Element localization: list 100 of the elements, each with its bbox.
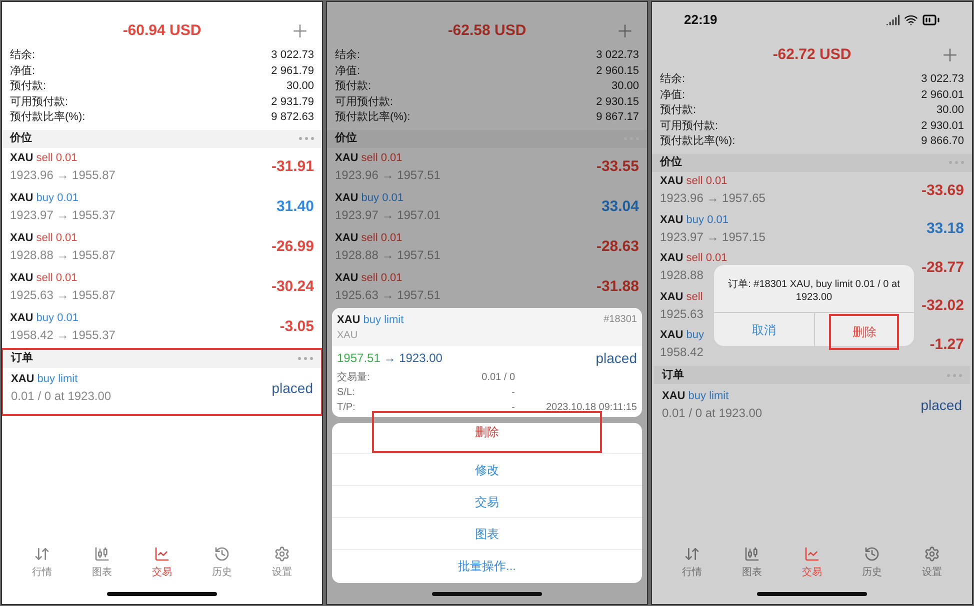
- tab-item[interactable]: 历史: [852, 546, 892, 580]
- candlestick-icon: [744, 546, 760, 562]
- tab-item[interactable]: 设置: [912, 546, 952, 580]
- alert-message: 订单: #18301 XAU, buy limit 0.01 / 0 at 1923.00: [727, 278, 901, 305]
- order-row[interactable]: XAU buy limit 0.01 / 0 at 1923.00 placed: [3, 368, 321, 410]
- position-title: XAU sell 0.01: [660, 251, 728, 266]
- history-icon: [214, 546, 230, 562]
- position-prices: 1925.63 → 1955.87: [10, 287, 116, 304]
- account-value: 2 960.15: [596, 64, 639, 78]
- account-value: 3 022.73: [271, 48, 314, 63]
- position-row[interactable]: XAU sell 0.01 1923.96 → 1957.65 -33.69: [652, 172, 972, 210]
- position-title: XAU sell 0.01: [335, 271, 404, 286]
- field-label: 交易量:: [337, 370, 371, 385]
- dialog-button[interactable]: 删除: [829, 314, 900, 350]
- position-prices: 1928.88 → 1957.51: [335, 247, 440, 264]
- order-title: XAU buy limit: [662, 388, 730, 404]
- signal-icon: [886, 13, 900, 27]
- position-title: XAU buy 0.01: [10, 191, 80, 206]
- order-status: placed: [596, 348, 637, 368]
- profit-value: -28.63: [596, 237, 639, 258]
- order-row[interactable]: XAU buy limit 0.01 / 0 at 1923.00 placed: [654, 384, 970, 426]
- profit-value: -31.91: [271, 157, 314, 178]
- account-label: 可用预付款:: [10, 94, 68, 110]
- profit-value: -3.05: [280, 317, 314, 338]
- account-label: 净值:: [660, 88, 686, 102]
- account-value: 30.00: [611, 79, 639, 94]
- tab-item[interactable]: 图表: [82, 546, 122, 580]
- settings-icon: [274, 546, 290, 562]
- tab-item[interactable]: 行情: [22, 546, 62, 580]
- field-label: S/L:: [337, 386, 356, 400]
- profit-value: -32.02: [921, 296, 964, 316]
- tab-item[interactable]: 交易: [142, 546, 182, 580]
- tab-item[interactable]: 历史: [202, 546, 242, 580]
- account-value: 9 866.70: [921, 134, 964, 149]
- history-icon: [864, 546, 880, 562]
- position-prices: 1923.97 → 1957.15: [660, 228, 766, 246]
- order-title: XAU buy limit: [11, 372, 79, 387]
- field-value: 0.01 / 0: [480, 371, 515, 385]
- account-label: 结余:: [335, 48, 360, 63]
- tab-item[interactable]: 设置: [262, 546, 302, 580]
- position-row[interactable]: XAU buy 0.01 1923.97 → 1957.15 33.18: [652, 210, 972, 248]
- position-row[interactable]: XAU sell 0.01 1923.96 → 1957.51 -33.55: [327, 148, 647, 188]
- position-prices: 1923.96 → 1957.65: [660, 190, 766, 208]
- more-icon[interactable]: [299, 137, 314, 140]
- account-label: 预付款:: [10, 79, 46, 94]
- tab-item[interactable]: 图表: [732, 546, 772, 580]
- account-label: 预付款:: [335, 79, 372, 94]
- profit-value: -28.77: [921, 258, 964, 278]
- account-value: 3 022.73: [596, 48, 639, 63]
- field-label: T/P:: [337, 401, 356, 415]
- position-row[interactable]: XAU sell 0.01 1925.63 → 1955.87 -30.24: [2, 268, 322, 308]
- position-prices: 1925.63 → 1957.51: [335, 287, 440, 304]
- order-prices: 1957.51 → 1923.00: [337, 350, 442, 367]
- position-title: XAU buy 0.01: [10, 311, 80, 326]
- dialog-button[interactable]: 取消: [728, 314, 799, 344]
- wifi-icon: [904, 13, 918, 27]
- profit-value: -31.88: [596, 277, 639, 298]
- action-item[interactable]: 批量操作...: [332, 549, 642, 581]
- account-label: 净值:: [10, 64, 36, 78]
- position-title: XAU buy 0.01: [660, 212, 730, 228]
- account-value: 2 960.01: [921, 88, 964, 102]
- position-row[interactable]: XAU sell 0.01 1928.88 → 1955.87 -26.99: [2, 228, 322, 268]
- action-item[interactable]: 图表: [332, 517, 642, 549]
- account-value: 3 022.73: [921, 72, 964, 87]
- position-row[interactable]: XAU sell 0.01 1925.63 → 1957.51 -31.88: [327, 268, 647, 308]
- position-title: XAU sell 0.01: [10, 231, 78, 246]
- account-label: 预付款比率(%):: [10, 110, 86, 125]
- action-item[interactable]: 交易: [332, 485, 642, 517]
- position-title: XAU sell 0.01: [10, 151, 78, 166]
- field-value: -: [510, 386, 515, 400]
- position-title: XAU sell 0.01: [10, 271, 78, 286]
- account-label: 净值:: [335, 64, 360, 78]
- account-value: 2 930.15: [596, 94, 639, 110]
- account-value: 9 867.17: [596, 110, 639, 125]
- tab-item[interactable]: 行情: [672, 546, 712, 580]
- position-prices: 1923.96 → 1957.51: [335, 167, 440, 184]
- account-value: 9 872.63: [271, 110, 314, 125]
- action-item[interactable]: 修改: [332, 453, 642, 485]
- action-item[interactable]: 删除: [372, 411, 602, 453]
- account-label: 预付款比率(%):: [335, 110, 410, 125]
- candlestick-icon: [94, 546, 110, 562]
- order-detail: 0.01 / 0 at 1923.00: [662, 404, 762, 422]
- position-title: XAU sell 0.01: [335, 151, 404, 166]
- more-icon[interactable]: [298, 357, 313, 360]
- position-prices: 1923.97 → 1957.01: [335, 207, 440, 224]
- position-row[interactable]: XAU sell 0.01 1928.88 → 1957.51 -28.63: [327, 228, 647, 268]
- profit-value: 33.04: [601, 197, 639, 218]
- tab-item[interactable]: 交易: [792, 546, 832, 580]
- position-prices: 1958.42 → 1955.37: [10, 327, 116, 344]
- order-status: placed: [920, 396, 962, 415]
- account-label: 可用预付款:: [335, 94, 394, 110]
- account-value: 2 930.01: [921, 118, 964, 134]
- position-row[interactable]: XAU buy 0.01 1923.97 → 1955.37 31.40: [2, 188, 322, 228]
- account-label: 可用预付款:: [660, 118, 718, 134]
- position-row[interactable]: XAU buy 0.01 1923.97 → 1957.01 33.04: [327, 188, 647, 228]
- position-row[interactable]: XAU buy 0.01 1958.42 → 1955.37 -3.05: [2, 308, 322, 348]
- position-row[interactable]: XAU sell 0.01 1923.96 → 1955.87 -31.91: [2, 148, 322, 188]
- position-prices: 1923.96 → 1955.87: [10, 167, 116, 184]
- account-value: 2 961.79: [271, 64, 314, 78]
- status-time: 22:19: [684, 11, 718, 30]
